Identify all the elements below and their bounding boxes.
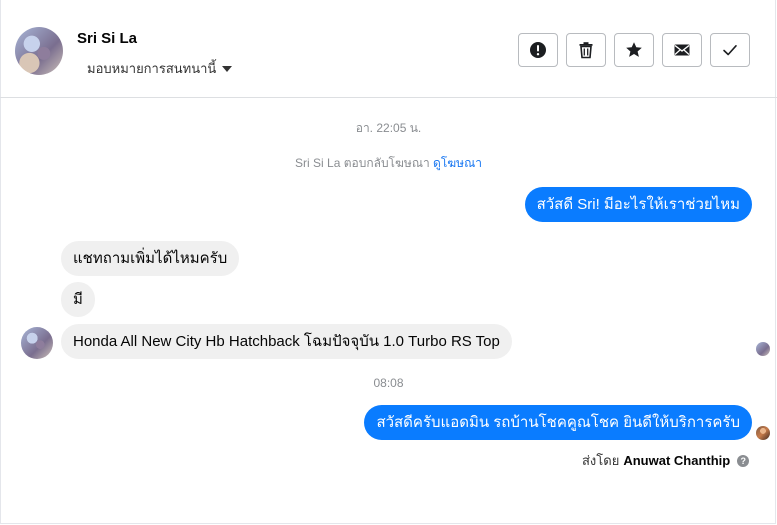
contact-avatar[interactable]: [15, 27, 63, 75]
agent-avatar: [756, 426, 770, 440]
timestamp: 08:08: [373, 376, 404, 390]
help-icon[interactable]: ?: [737, 454, 750, 467]
ad-reply-text: Sri Si La ตอบกลับโฆษณา: [295, 156, 430, 170]
outgoing-message[interactable]: สวัสดี Sri! มีอะไรให้เราช่วยไหม: [524, 187, 752, 222]
view-ad-link[interactable]: ดูโฆษณา: [433, 156, 482, 170]
sender-name: Anuwat Chanthip: [623, 453, 731, 468]
checkmark-icon: [723, 45, 737, 56]
timestamp: อา. 22:05 น.: [355, 121, 422, 135]
sent-by-note: ส่งโดย Anuwat Chanthip ?: [582, 450, 750, 471]
contact-avatar-small[interactable]: [21, 327, 53, 359]
mark-done-button[interactable]: [710, 33, 750, 67]
contact-name[interactable]: Sri Si La: [77, 30, 137, 47]
delete-button[interactable]: [566, 33, 606, 67]
seen-indicator-avatar: [756, 342, 770, 356]
star-icon: [626, 42, 642, 57]
exclamation-circle-icon: [530, 42, 546, 58]
envelope-icon: [674, 44, 690, 56]
star-button[interactable]: [614, 33, 654, 67]
incoming-message[interactable]: แชทถามเพิ่มได้ไหมครับ: [61, 241, 240, 276]
ad-reply-note: Sri Si La ตอบกลับโฆษณา ดูโฆษณา: [0, 154, 777, 173]
incoming-message[interactable]: มี: [61, 282, 95, 317]
outgoing-message[interactable]: สวัสดีครับแอดมิน รถบ้านโชคคูณโชค ยินดีให…: [364, 405, 752, 440]
conversation-header: Sri Si La มอบหมายการสนทนานี้: [0, 0, 777, 98]
sent-by-label: ส่งโดย: [582, 453, 620, 468]
trash-icon: [579, 42, 593, 59]
incoming-message[interactable]: Honda All New City Hb Hatchback โฉมปัจจุ…: [61, 324, 512, 359]
caret-down-icon: [222, 66, 233, 72]
assign-conversation-dropdown[interactable]: มอบหมายการสนทนานี้: [87, 58, 233, 79]
spam-button[interactable]: [518, 33, 558, 67]
mark-unread-button[interactable]: [662, 33, 702, 67]
assign-conversation-label: มอบหมายการสนทนานี้: [87, 61, 217, 76]
conversation-actions: [518, 33, 750, 67]
